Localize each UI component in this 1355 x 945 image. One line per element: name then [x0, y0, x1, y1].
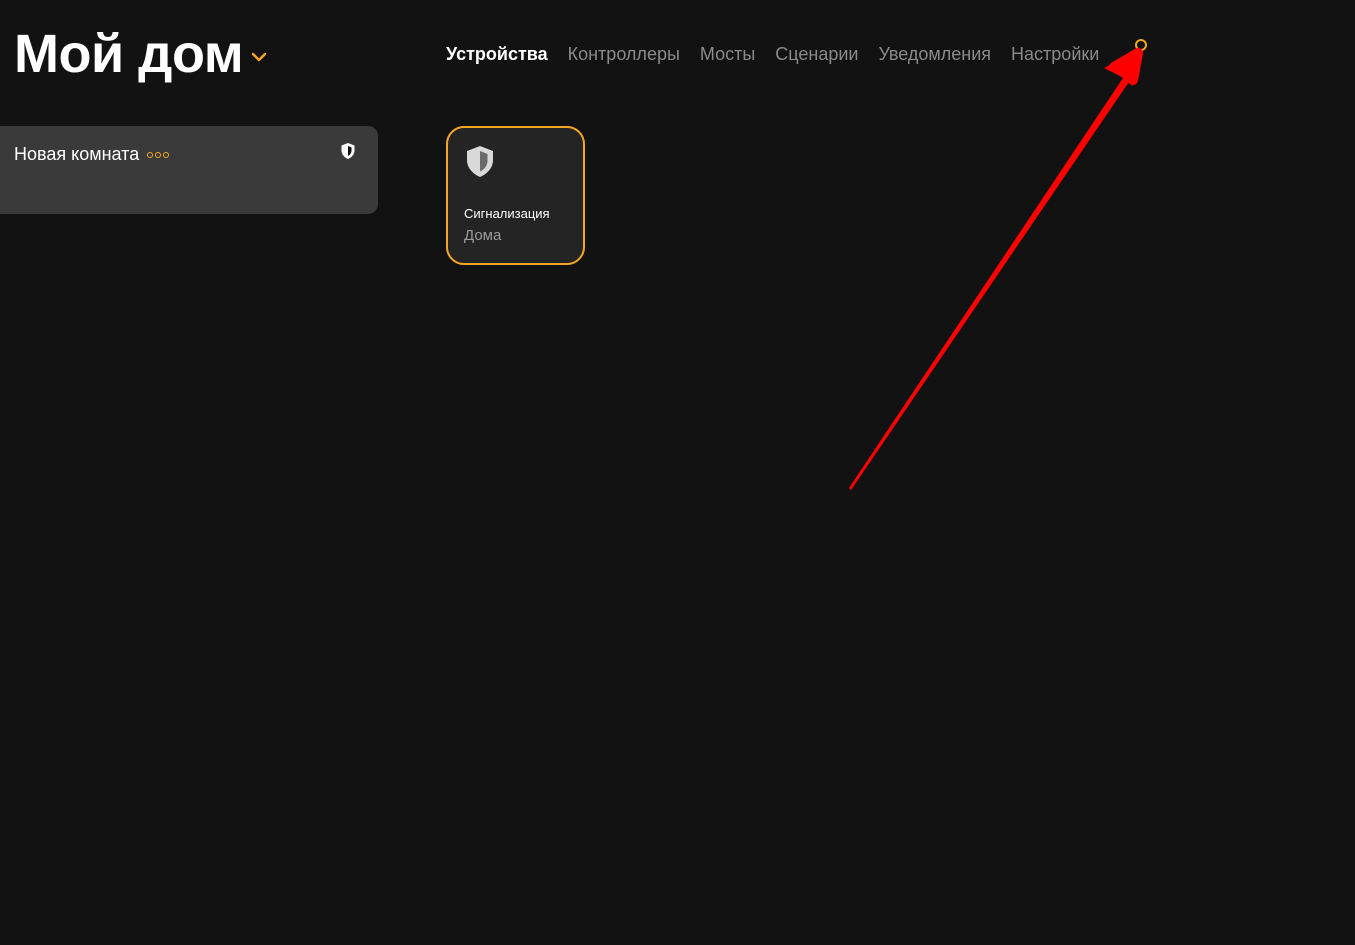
menu-dot	[163, 151, 170, 158]
device-room: Дома	[464, 227, 502, 244]
tab-devices[interactable]: Устройства	[446, 43, 548, 65]
settings-notification-dot	[1135, 39, 1147, 51]
tab-scenarios[interactable]: Сценарии	[775, 43, 858, 65]
room-name-row: Новая комната	[14, 144, 170, 165]
tab-settings[interactable]: Настройки	[1011, 43, 1099, 65]
room-name: Новая комната	[14, 144, 140, 164]
menu-dot	[147, 151, 154, 158]
arrow-head-right	[1128, 48, 1143, 85]
room-menu-icon[interactable]	[147, 151, 170, 158]
chevron-down-icon	[251, 52, 267, 62]
main-nav: Устройства Контроллеры Мосты Сценарии Ув…	[446, 43, 1119, 65]
shield-icon	[467, 146, 493, 177]
shield-icon	[341, 143, 355, 159]
device-card-alarm[interactable]: Сигнализация Дома	[446, 126, 585, 265]
arrow-shaft	[849, 72, 1133, 490]
page: Мой дом Устройства Контроллеры Мосты Сце…	[0, 0, 1355, 945]
room-card[interactable]: Новая комната	[0, 126, 378, 214]
tab-bridges[interactable]: Мосты	[700, 43, 755, 65]
tab-controllers[interactable]: Контроллеры	[568, 43, 680, 65]
tab-notifications[interactable]: Уведомления	[879, 43, 992, 65]
device-name: Сигнализация	[464, 206, 550, 221]
home-selector[interactable]: Мой дом	[14, 24, 267, 84]
home-title: Мой дом	[14, 24, 244, 84]
menu-dot	[155, 151, 162, 158]
